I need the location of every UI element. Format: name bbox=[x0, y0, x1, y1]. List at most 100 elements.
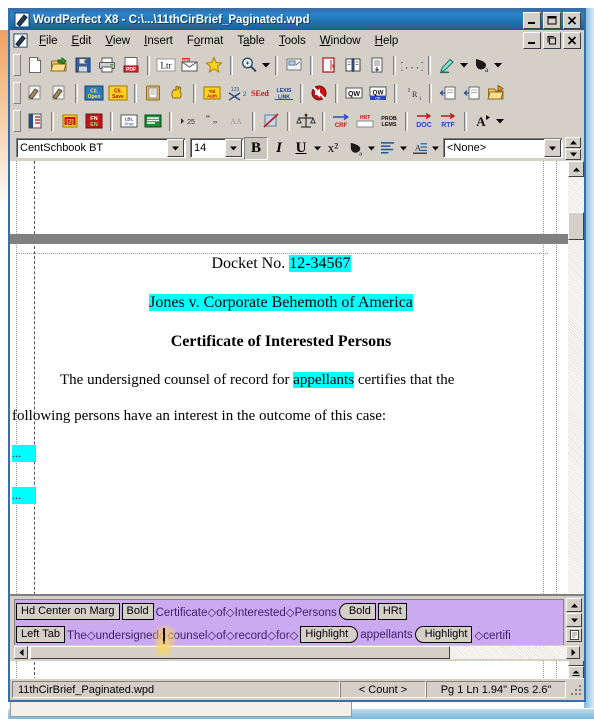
seed-citation-icon[interactable]: SEed bbox=[248, 82, 272, 105]
status-position[interactable]: Pg 1 Ln 1.94" Pos 2.6" bbox=[426, 681, 566, 698]
footnote-x2-icon[interactable]: 123 2 bbox=[224, 82, 248, 105]
insert-field-icon[interactable]: [...] bbox=[400, 54, 424, 77]
hand-highlight-icon[interactable] bbox=[165, 82, 189, 105]
maximize-button[interactable] bbox=[543, 11, 561, 29]
font-navigator-icon[interactable]: A bbox=[471, 110, 495, 133]
justification-dropdown-arrow[interactable] bbox=[398, 137, 408, 160]
book-compare-icon[interactable] bbox=[341, 54, 365, 77]
propertybar-scroll-down[interactable] bbox=[565, 148, 581, 160]
underline-button[interactable]: U bbox=[290, 138, 312, 159]
zoom-dropdown-arrow[interactable] bbox=[261, 54, 271, 77]
highlighter-pen-icon[interactable] bbox=[435, 54, 459, 77]
reveal-codes-content[interactable]: Hd Center on Marg Bold Certificate◇of◇In… bbox=[14, 599, 564, 648]
status-filename[interactable]: 11thCirBrief_Paginated.wpd bbox=[12, 681, 340, 698]
letterhead-ltr-icon[interactable]: Ltr bbox=[154, 54, 178, 77]
code-highlight-open[interactable]: Highlight bbox=[300, 626, 359, 643]
menu-item-window[interactable]: Window bbox=[313, 33, 368, 49]
font-color-dropdown-arrow[interactable] bbox=[366, 137, 376, 160]
code-hd-center-on-marg[interactable]: Hd Center on Marg bbox=[16, 603, 120, 620]
reveal-scroll-left-button[interactable] bbox=[14, 645, 28, 659]
reveal-hscroll-track[interactable] bbox=[28, 645, 566, 659]
save-as-doc-icon[interactable]: DOC bbox=[412, 110, 436, 133]
numbering-121-icon[interactable]: [2] bbox=[58, 110, 82, 133]
document-text[interactable]: Docket No. 12-34567 Jones v. Corporate B… bbox=[12, 255, 528, 507]
scroll-up-button[interactable] bbox=[568, 161, 584, 177]
clipboard-paste-icon[interactable] bbox=[141, 82, 165, 105]
new-document-icon[interactable] bbox=[23, 54, 47, 77]
font-size-dropdown-arrow[interactable] bbox=[225, 139, 242, 157]
font-navigator-dropdown-arrow[interactable] bbox=[495, 110, 505, 133]
underline-dropdown-arrow[interactable] bbox=[312, 137, 322, 160]
menu-item-format[interactable]: Format bbox=[180, 33, 230, 49]
font-color-button[interactable]: a bbox=[344, 138, 366, 159]
scales-of-justice-icon[interactable] bbox=[294, 110, 318, 133]
propertybar-scroll-up[interactable] bbox=[565, 136, 581, 148]
reveal-codes-vertical-scrollbar[interactable] bbox=[566, 598, 582, 642]
reveal-scroll-up-button[interactable] bbox=[566, 598, 582, 612]
code-bold-open[interactable]: Bold bbox=[121, 603, 154, 620]
open-folder-icon[interactable] bbox=[47, 54, 71, 77]
compare-aa-icon[interactable]: AA bbox=[224, 110, 248, 133]
justification-button[interactable] bbox=[376, 138, 398, 159]
menu-item-table[interactable]: Table bbox=[230, 33, 272, 49]
toolbar-grip[interactable] bbox=[13, 82, 21, 104]
menu-item-edit[interactable]: Edit bbox=[65, 33, 99, 49]
strikeout-icon[interactable] bbox=[259, 110, 283, 133]
superscript-button[interactable]: x² bbox=[322, 138, 344, 159]
book-red-icon[interactable] bbox=[23, 110, 47, 133]
redline-page-icon[interactable] bbox=[317, 54, 341, 77]
reveal-scroll-down-button[interactable] bbox=[566, 613, 582, 627]
bold-button[interactable]: B bbox=[244, 136, 268, 160]
quickword-ok-icon[interactable]: QW OK bbox=[366, 82, 390, 105]
quote-marks-icon[interactable]: “” bbox=[200, 110, 224, 133]
pen-document-b-icon[interactable] bbox=[47, 82, 71, 105]
superscript-ra-icon[interactable]: IR1 bbox=[401, 82, 425, 105]
crf-arrow-icon[interactable]: CRF bbox=[329, 110, 353, 133]
publish-pdf-icon[interactable]: PDF bbox=[119, 54, 143, 77]
line-spacing-dropdown-arrow[interactable] bbox=[430, 137, 440, 160]
page-number-icon[interactable] bbox=[365, 54, 389, 77]
style-dropdown-arrow[interactable] bbox=[544, 139, 561, 157]
page-view-icon[interactable] bbox=[282, 54, 306, 77]
menu-item-tools[interactable]: Tools bbox=[272, 33, 313, 49]
insert-page-right-icon[interactable] bbox=[460, 82, 484, 105]
quickword-icon[interactable]: QW bbox=[342, 82, 366, 105]
print-icon[interactable] bbox=[95, 54, 119, 77]
reveal-scroll-right-button[interactable] bbox=[566, 645, 580, 659]
line-spacing-button[interactable]: A bbox=[408, 138, 430, 159]
table-of-authorities-icon[interactable]: Tbl Auth bbox=[200, 82, 224, 105]
save-floppy-icon[interactable] bbox=[71, 54, 95, 77]
pen-document-a-icon[interactable] bbox=[23, 82, 47, 105]
menu-item-help[interactable]: Help bbox=[368, 33, 406, 49]
font-name-dropdown-arrow[interactable] bbox=[167, 139, 184, 157]
code-bold-close[interactable]: Bold bbox=[338, 603, 376, 620]
toolbar-grip[interactable] bbox=[13, 54, 21, 76]
no-sound-icon[interactable] bbox=[307, 82, 331, 105]
line-spacing-25-icon[interactable]: 25 bbox=[176, 110, 200, 133]
code-left-tab[interactable]: Left Tab bbox=[16, 626, 65, 643]
client-open-icon[interactable]: Cli. Open bbox=[82, 82, 106, 105]
scrollbar-thumb[interactable] bbox=[568, 212, 584, 240]
scrollbar-track[interactable] bbox=[568, 177, 584, 650]
highlight-dropdown-arrow[interactable] bbox=[459, 54, 469, 77]
green-lines-icon[interactable] bbox=[141, 110, 165, 133]
label-print-icon[interactable]: LBL Print bbox=[117, 110, 141, 133]
hrt-arrow-icon[interactable]: HRT bbox=[353, 110, 377, 133]
code-highlight-close[interactable]: Highlight bbox=[414, 626, 473, 643]
mdi-minimize-button[interactable] bbox=[523, 32, 541, 49]
zoom-magnifier-icon[interactable] bbox=[237, 54, 261, 77]
style-combobox[interactable]: <None> bbox=[443, 138, 563, 158]
mdi-restore-button[interactable] bbox=[543, 32, 561, 49]
envelope-icon[interactable]: ENV bbox=[178, 54, 202, 77]
menu-item-view[interactable]: View bbox=[98, 33, 137, 49]
minimize-button[interactable] bbox=[523, 11, 541, 29]
footnote-endnote-icon[interactable]: FN EN bbox=[82, 110, 106, 133]
reveal-codes-horizontal-scrollbar[interactable] bbox=[14, 645, 580, 659]
close-button[interactable] bbox=[563, 11, 581, 29]
italic-button[interactable]: I bbox=[268, 138, 290, 159]
reveal-hscroll-thumb[interactable] bbox=[30, 645, 450, 659]
menu-item-file[interactable]: File bbox=[32, 33, 65, 49]
mdi-close-button[interactable] bbox=[563, 32, 581, 49]
menu-item-insert[interactable]: Insert bbox=[137, 33, 180, 49]
reveal-codes-close-button[interactable] bbox=[566, 628, 582, 642]
